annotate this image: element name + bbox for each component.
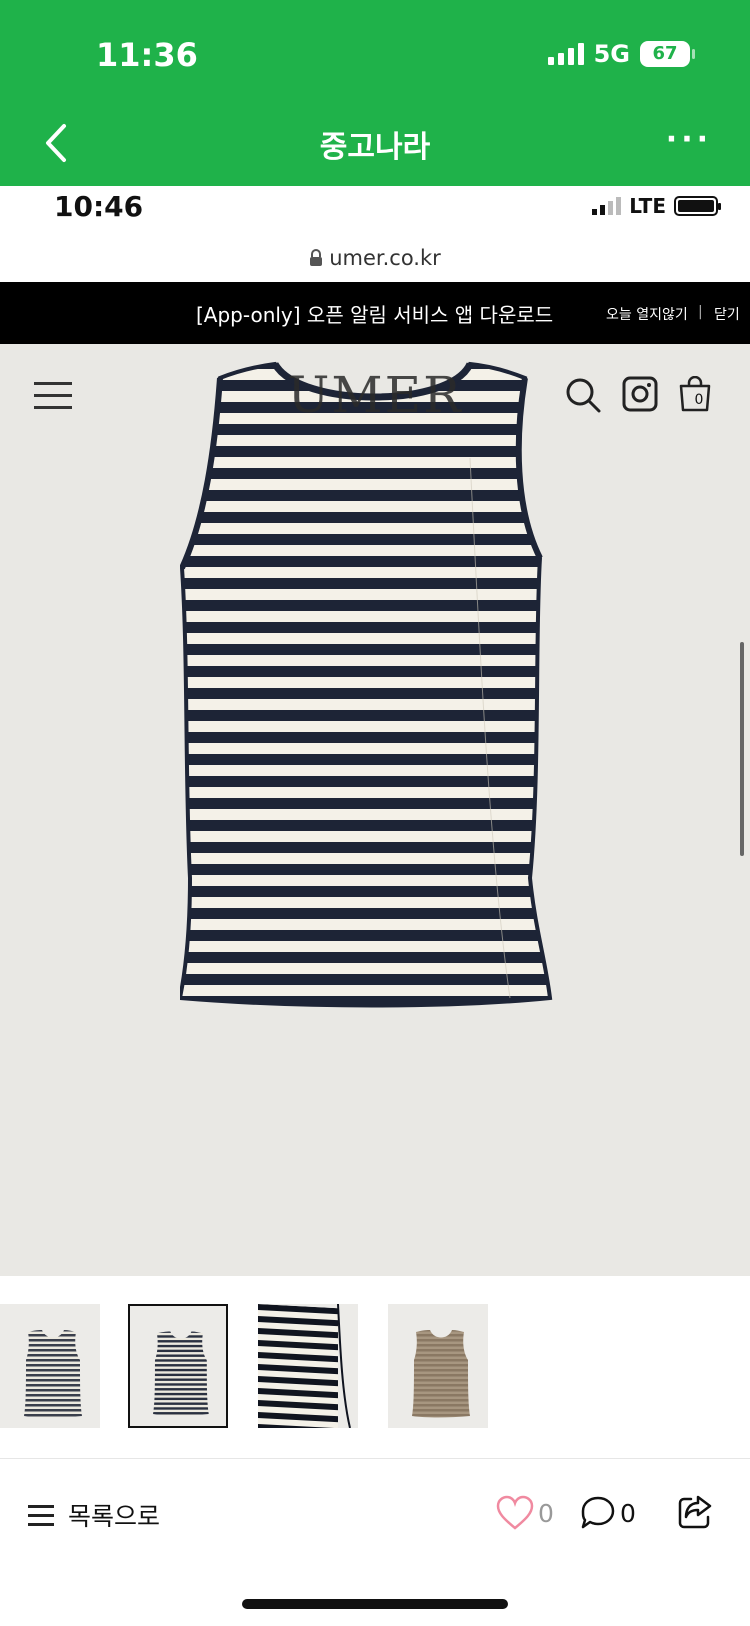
inner-status-time: 10:46 bbox=[54, 190, 144, 223]
outer-status-bar: 11:36 5G 67 bbox=[0, 0, 750, 100]
url-text: umer.co.kr bbox=[329, 246, 441, 270]
back-to-list-button[interactable]: 목록으로 bbox=[68, 1497, 160, 1533]
thumbnail-4[interactable] bbox=[388, 1304, 488, 1428]
thumbnail-2-image bbox=[153, 1331, 209, 1416]
promo-close-button[interactable]: 닫기 bbox=[714, 304, 740, 324]
app-bar: 중고나라 ··· bbox=[0, 100, 750, 186]
thumbnail-1-image bbox=[24, 1330, 82, 1418]
inner-battery-icon bbox=[674, 196, 721, 216]
thumbnail-3-image bbox=[258, 1304, 351, 1428]
heart-icon[interactable] bbox=[496, 1495, 534, 1531]
list-icon[interactable] bbox=[28, 1505, 54, 1527]
thumbnail-1[interactable] bbox=[0, 1304, 100, 1428]
cart-count-badge: 0 bbox=[694, 392, 704, 408]
status-indicators: 5G 67 bbox=[547, 40, 695, 68]
dont-show-today-button[interactable]: 오늘 열지않기 bbox=[606, 304, 688, 324]
signal-icon bbox=[547, 43, 584, 65]
product-hero: UMER 0 bbox=[0, 344, 750, 1276]
inner-network-label: LTE bbox=[629, 194, 666, 218]
like-count: 0 bbox=[538, 1499, 554, 1528]
promo-banner: [App-only] 오픈 알림 서비스 앱 다운로드 오늘 열지않기 | 닫기 bbox=[0, 282, 750, 344]
share-icon[interactable] bbox=[676, 1493, 714, 1531]
thumbnail-2[interactable] bbox=[128, 1304, 228, 1428]
thumbnail-3[interactable] bbox=[258, 1304, 358, 1428]
inner-status-bar: 10:46 LTE bbox=[0, 186, 750, 238]
lock-icon bbox=[310, 249, 323, 266]
bottom-action-bar: 목록으로 0 0 bbox=[0, 1458, 750, 1626]
browser-url-bar[interactable]: umer.co.kr bbox=[0, 238, 750, 282]
network-label: 5G bbox=[593, 40, 630, 68]
site-header: UMER 0 bbox=[0, 344, 750, 444]
promo-text[interactable]: [App-only] 오픈 알림 서비스 앱 다운로드 bbox=[196, 299, 553, 328]
instagram-icon[interactable] bbox=[622, 376, 658, 412]
search-icon[interactable] bbox=[564, 376, 602, 414]
promo-separator: | bbox=[698, 304, 703, 320]
inner-status-indicators: LTE bbox=[592, 194, 721, 218]
battery-icon: 67 bbox=[640, 41, 695, 67]
page-scrollbar[interactable] bbox=[740, 642, 744, 856]
status-time: 11:36 bbox=[96, 36, 198, 74]
thumbnail-strip bbox=[0, 1276, 750, 1458]
home-indicator[interactable] bbox=[242, 1599, 508, 1609]
comment-count: 0 bbox=[620, 1499, 636, 1528]
inner-signal-icon bbox=[592, 197, 622, 215]
more-button[interactable]: ··· bbox=[666, 122, 712, 157]
product-main-image[interactable] bbox=[180, 358, 570, 1008]
chat-icon[interactable] bbox=[580, 1495, 616, 1531]
thumbnail-4-image bbox=[412, 1330, 470, 1418]
app-title: 중고나라 bbox=[319, 130, 431, 165]
